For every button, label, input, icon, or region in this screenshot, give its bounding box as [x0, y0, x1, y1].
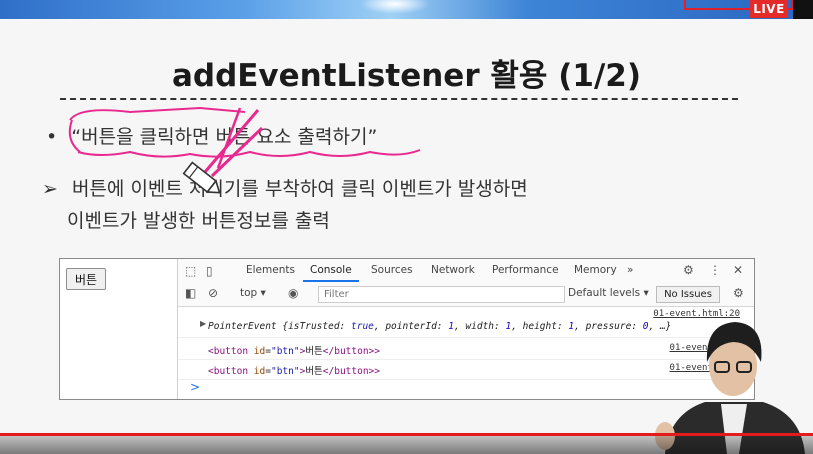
console-toolbar: ◧ ⊘ top ▾ ◉ Filter Default levels ▾ No I…	[178, 283, 754, 307]
console-prompt[interactable]: >	[190, 380, 200, 394]
attr-value: "btn"	[270, 366, 300, 377]
tab-console[interactable]: Console	[310, 264, 352, 276]
active-tab-indicator	[303, 280, 359, 282]
annotation-stroke-top	[69, 106, 246, 121]
tag-open: <button	[208, 346, 249, 357]
width-value: 1	[505, 321, 512, 332]
tab-sources[interactable]: Sources	[371, 264, 413, 276]
annotation-stroke-left	[68, 119, 81, 153]
tab-memory[interactable]: Memory	[574, 264, 617, 276]
pointer-id-value: 1	[448, 321, 454, 332]
tag-close: </button>	[322, 346, 375, 357]
tab-elements[interactable]: Elements	[246, 264, 295, 276]
console-settings-icon[interactable]: ⚙	[733, 286, 744, 300]
pointer-event-log[interactable]: PointerEvent {isTrusted: true, pointerId…	[208, 321, 671, 332]
tab-performance[interactable]: Performance	[492, 264, 559, 276]
element-text: 버튼	[305, 366, 323, 377]
eye-icon[interactable]: ◉	[288, 286, 298, 300]
tag-close: </button>	[322, 366, 375, 377]
tab-network[interactable]: Network	[431, 264, 475, 276]
close-icon[interactable]: ✕	[733, 263, 743, 277]
tag-open: <button	[208, 366, 249, 377]
more-tabs-icon[interactable]: »	[627, 264, 633, 276]
annotation-underline	[77, 149, 421, 158]
filter-input[interactable]: Filter	[318, 286, 565, 303]
button-element-log[interactable]: <button id="btn">버튼</button>>	[208, 363, 380, 377]
attr-name: id	[253, 346, 266, 357]
event-name: PointerEvent	[208, 321, 277, 332]
clear-console-icon[interactable]: ⊘	[208, 286, 218, 300]
settings-gear-icon[interactable]: ⚙	[683, 263, 694, 277]
expand-triangle-icon[interactable]: ▶	[200, 319, 206, 328]
sidebar-toggle-icon[interactable]: ◧	[185, 286, 196, 300]
pressure-value: 0	[642, 321, 649, 332]
button-element-log[interactable]: <button id="btn">버튼</button>>	[208, 343, 380, 357]
inspect-icon[interactable]: ⬚	[185, 264, 196, 278]
attr-value: "btn"	[270, 346, 300, 357]
element-text: 버튼	[305, 346, 323, 357]
video-controls-strip	[0, 436, 813, 454]
issues-button[interactable]: No Issues	[656, 286, 720, 303]
context-selector[interactable]: top ▾	[240, 287, 266, 299]
attr-name: id	[253, 366, 266, 377]
demo-button[interactable]: 버튼	[66, 268, 106, 290]
device-toggle-icon[interactable]: ▯	[206, 264, 213, 278]
devtools-tabbar: ⬚ ▯ Elements Console Sources Network Per…	[178, 259, 754, 284]
is-trusted-value: true	[351, 321, 374, 332]
kebab-menu-icon[interactable]: ⋮	[709, 263, 721, 277]
browser-screenshot: 버튼 ⬚ ▯ Elements Console Sources Network …	[59, 258, 755, 400]
height-value: 1	[568, 321, 575, 332]
log-levels-dropdown[interactable]: Default levels ▾	[568, 287, 649, 299]
